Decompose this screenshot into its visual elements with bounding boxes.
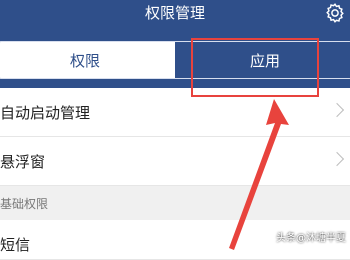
page-title: 权限管理 — [144, 4, 205, 22]
chevron-right-icon — [329, 102, 345, 118]
section-label: 基础权限 — [0, 197, 49, 211]
highlight-box — [191, 38, 319, 97]
annotation-arrow — [229, 99, 289, 250]
tab-permissions[interactable]: 权限 — [0, 42, 175, 78]
list-item-floating-window[interactable]: 悬浮窗 — [0, 137, 350, 186]
list-item-label: 自动启动管理 — [0, 104, 91, 122]
chevron-right-icon — [329, 151, 345, 167]
list-item-label: 短信 — [0, 236, 31, 254]
list-item-label: 悬浮窗 — [0, 153, 46, 171]
settings-button[interactable] — [320, 0, 350, 26]
section-header-basic-permissions: 基础权限 — [0, 186, 350, 220]
gear-icon — [326, 3, 344, 23]
watermark: 头条@沐塘半夏 — [276, 233, 346, 244]
